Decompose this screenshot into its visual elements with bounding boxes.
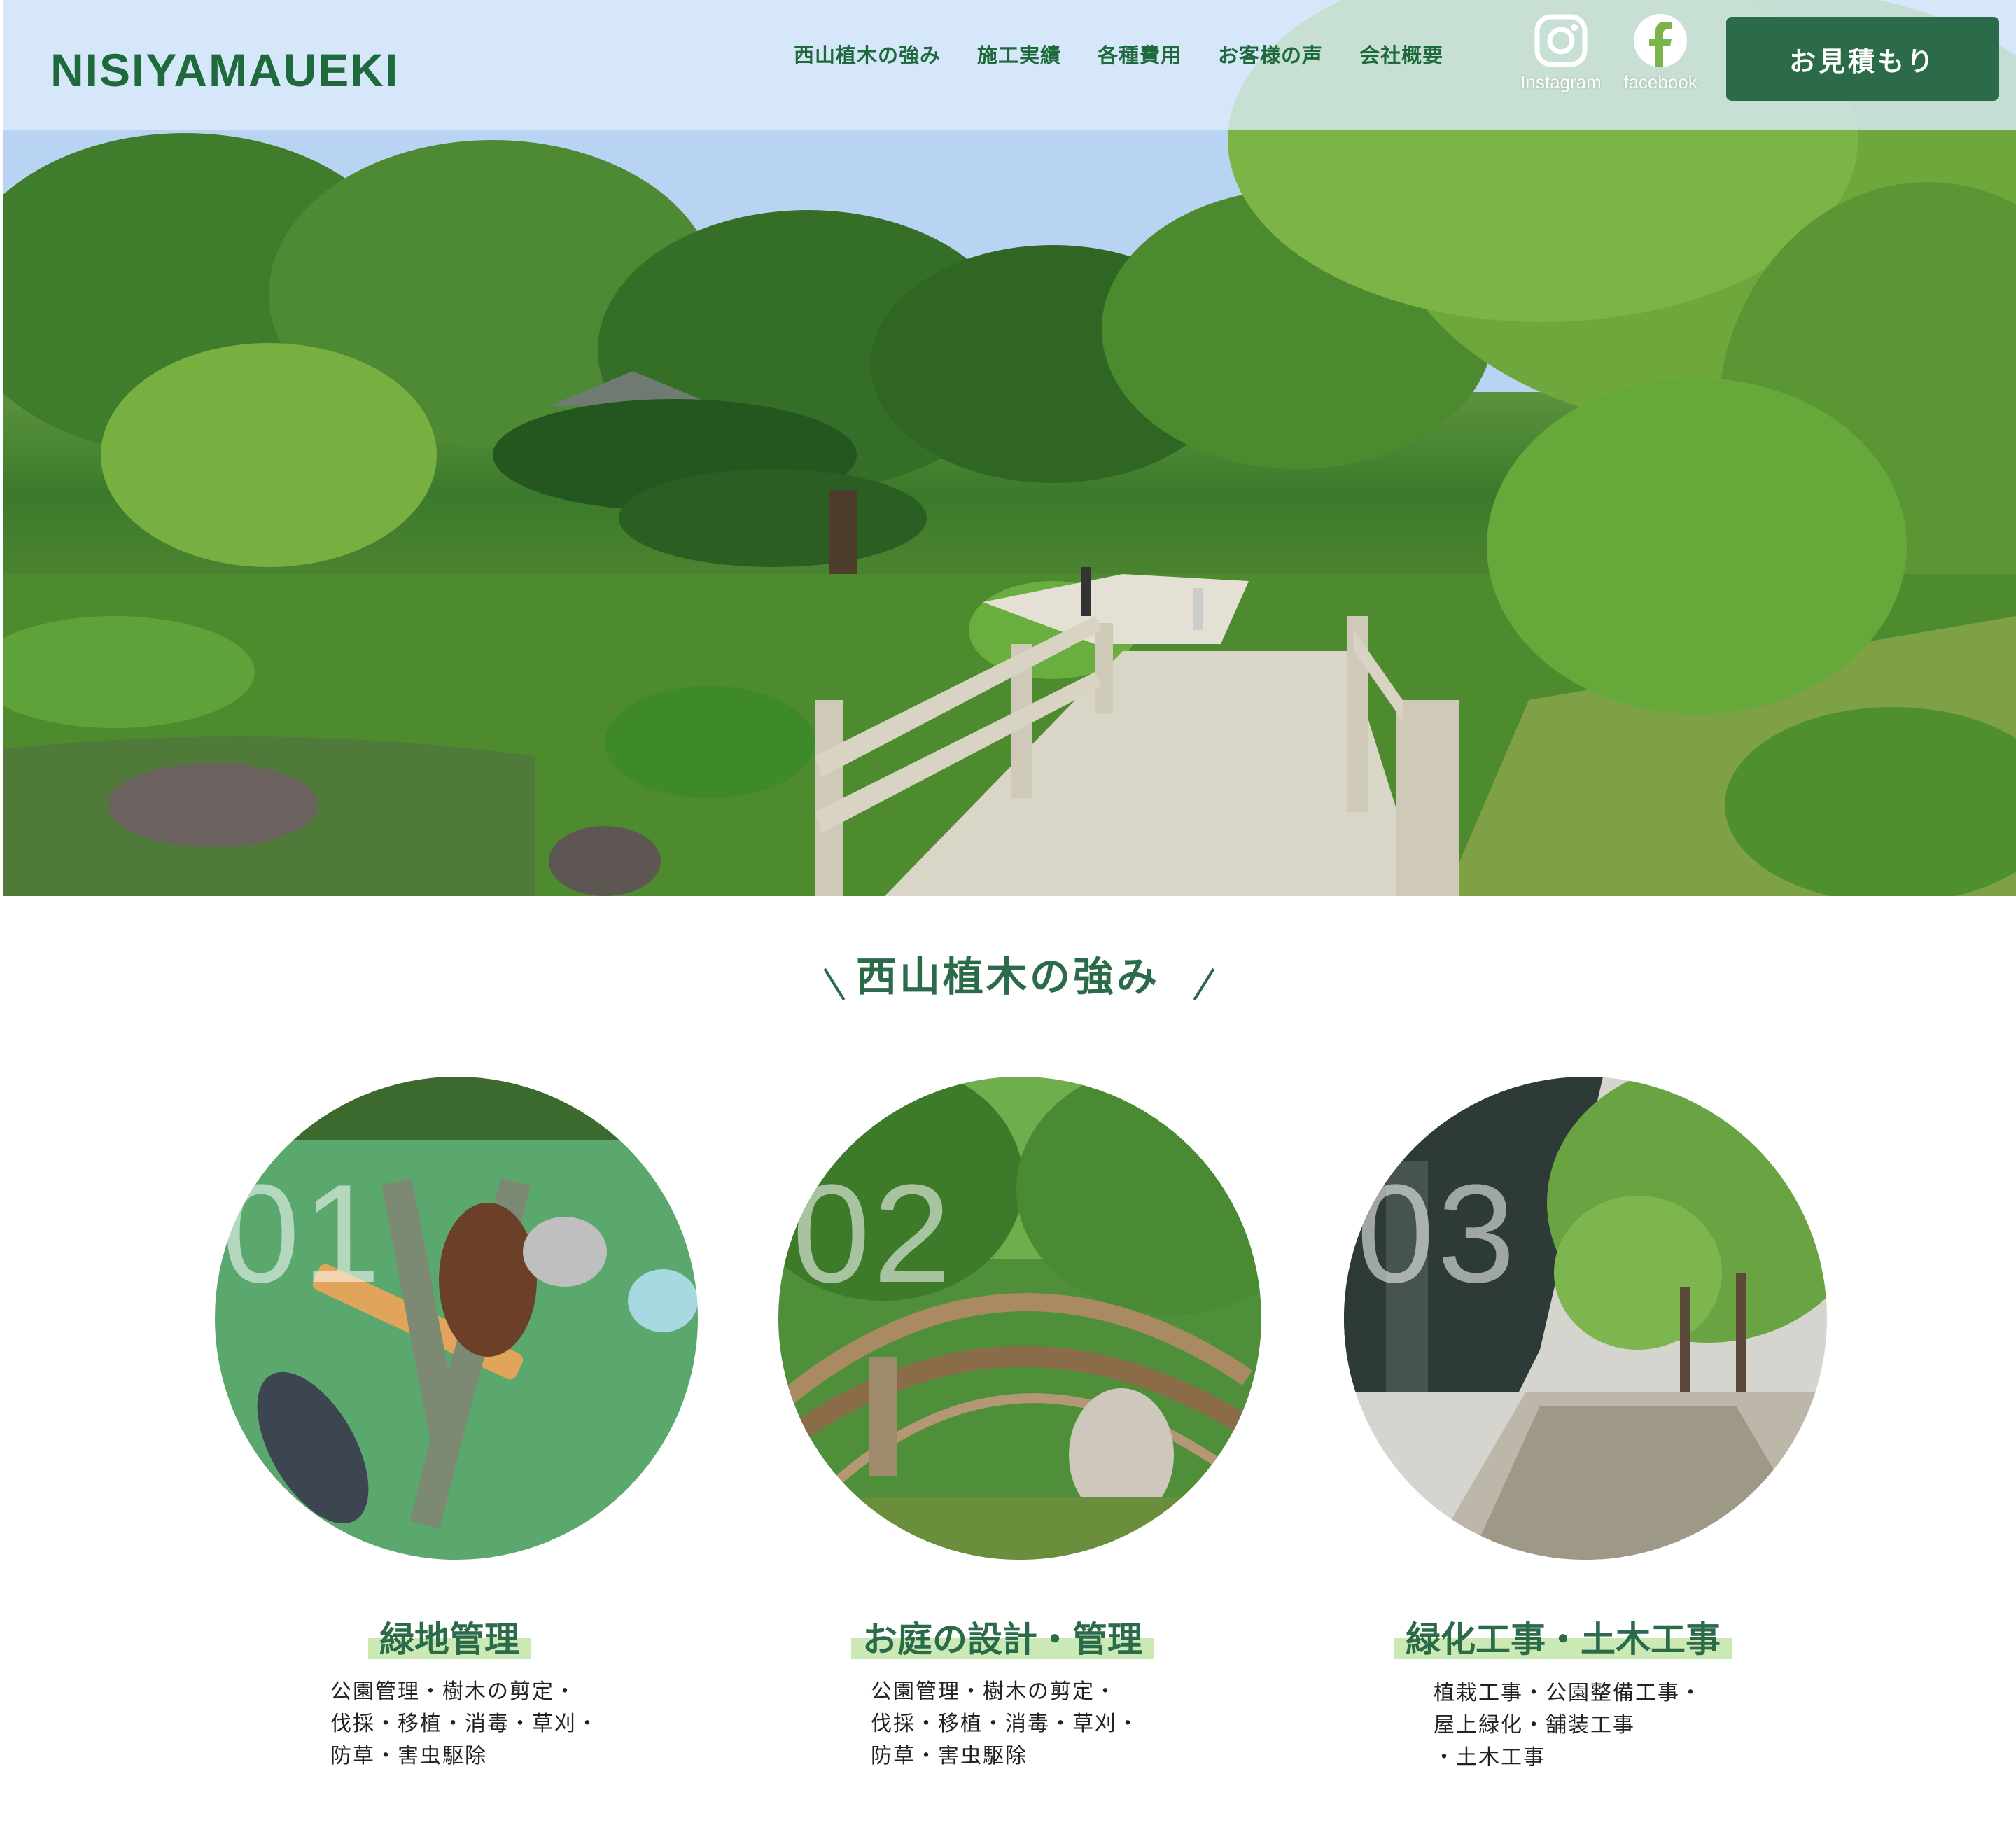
card-desc-1: 公園管理・樹木の剪定・ 伐採・移植・消毒・草刈・ 防草・害虫駆除 xyxy=(330,1676,599,1773)
card-title-1-text: 緑地管理 xyxy=(379,1619,519,1660)
garden-arched-bridge-photo xyxy=(778,1077,1261,1560)
estimate-button[interactable]: お見積もり xyxy=(1726,17,1999,101)
nav-item-strengths[interactable]: 西山植木の強み xyxy=(794,39,941,69)
facebook-link[interactable]: facebook xyxy=(1608,13,1713,93)
card-title-2: お庭の設計・管理 xyxy=(851,1612,1154,1662)
card-image-1: 01 xyxy=(215,1077,698,1560)
instagram-icon xyxy=(1534,14,1588,67)
card-title-1: 緑地管理 xyxy=(368,1612,531,1662)
card-desc-2-line-2: 伐採・移植・消毒・草刈・ xyxy=(871,1712,1140,1736)
card-title-3: 緑化工事・土木工事 xyxy=(1394,1612,1732,1662)
nav-item-voices[interactable]: お客様の声 xyxy=(1218,39,1323,69)
section-title: 西山植木の強み xyxy=(855,953,1160,1000)
tree-lined-walkway-photo xyxy=(1344,1077,1827,1560)
instagram-link[interactable]: Instagram xyxy=(1508,13,1614,93)
gardening-tools-photo xyxy=(215,1077,698,1560)
main-nav: 西山植木の強み 施工実績 各種費用 お客様の声 会社概要 xyxy=(794,39,1443,69)
facebook-label: facebook xyxy=(1623,71,1698,92)
card-title-3-text: 緑化工事・土木工事 xyxy=(1406,1619,1721,1660)
card-desc-3-line-2: 屋上緑化・舗装工事 xyxy=(1434,1713,1635,1738)
card-desc-2: 公園管理・樹木の剪定・ 伐採・移植・消毒・草刈・ 防草・害虫駆除 xyxy=(871,1676,1140,1773)
card-desc-1-line-2: 伐採・移植・消毒・草刈・ xyxy=(330,1712,599,1736)
card-desc-3-line-1: 植栽工事・公園整備工事・ xyxy=(1434,1681,1702,1705)
card-desc-3-line-3: ・土木工事 xyxy=(1434,1745,1546,1770)
card-desc-1-line-3: 防草・害虫駆除 xyxy=(330,1744,487,1768)
facebook-icon xyxy=(1634,14,1687,67)
card-desc-3: 植栽工事・公園整備工事・ 屋上緑化・舗装工事 ・土木工事 xyxy=(1434,1677,1702,1774)
card-number-3: 03 xyxy=(1357,1156,1518,1312)
instagram-label: Instagram xyxy=(1520,71,1602,92)
card-desc-2-line-3: 防草・害虫駆除 xyxy=(871,1744,1028,1768)
hero-image xyxy=(3,0,2016,896)
card-desc-2-line-1: 公園管理・樹木の剪定・ xyxy=(871,1679,1117,1704)
site-logo[interactable]: NISIYAMAUEKI xyxy=(50,43,399,97)
card-number-1: 01 xyxy=(222,1156,384,1312)
hero-garden-illustration xyxy=(3,0,2016,896)
nav-item-pricing[interactable]: 各種費用 xyxy=(1098,39,1182,69)
card-title-2-text: お庭の設計・管理 xyxy=(862,1619,1142,1660)
card-desc-1-line-1: 公園管理・樹木の剪定・ xyxy=(330,1679,577,1704)
nav-item-company[interactable]: 会社概要 xyxy=(1359,39,1443,69)
card-image-3: 03 xyxy=(1344,1077,1827,1560)
card-image-2: 02 xyxy=(778,1077,1261,1560)
nav-item-works[interactable]: 施工実績 xyxy=(977,39,1061,69)
card-number-2: 02 xyxy=(792,1156,954,1312)
